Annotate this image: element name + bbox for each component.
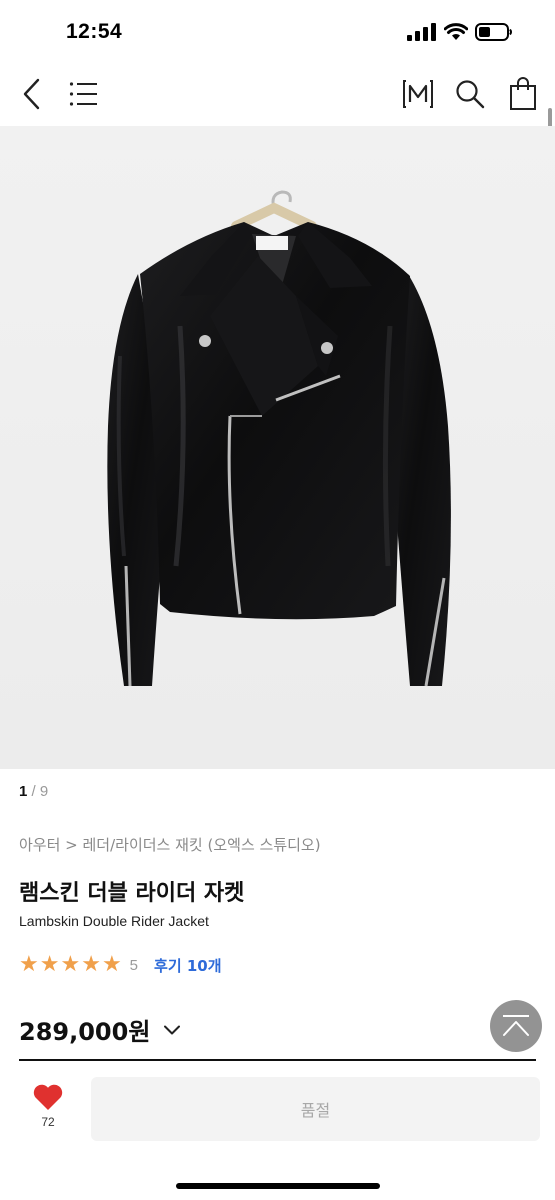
status-time: 12:54 <box>66 20 123 43</box>
chevron-down-icon[interactable] <box>164 1025 181 1035</box>
star-icon: ★ <box>81 952 101 977</box>
price: 289,000원 <box>19 1018 151 1046</box>
pager-separator: / <box>27 783 40 800</box>
search-icon <box>456 80 485 109</box>
product-title-en: Lambskin Double Rider Jacket <box>19 913 209 929</box>
breadcrumb[interactable]: 아우터 > 레더/라이더스 재킷 (오엑스 스튜디오) <box>19 834 321 855</box>
like-button[interactable]: 72 <box>26 1083 70 1139</box>
product-title-ko: 램스킨 더블 라이더 자켓 <box>19 881 245 906</box>
m-badge-icon <box>403 80 433 108</box>
back-button[interactable] <box>12 74 52 114</box>
star-icon: ★ <box>39 952 60 977</box>
pager-total: 9 <box>39 783 49 800</box>
product-image[interactable] <box>0 126 555 769</box>
image-pager: 1 / 9 <box>19 783 48 800</box>
rating-stars: ★ ★ ★ ★ ★ <box>19 953 122 977</box>
signal-icon <box>407 23 437 45</box>
rating-row: ★ ★ ★ ★ ★ 5 후기 10개 <box>19 953 222 977</box>
scroll-to-top-button[interactable] <box>490 1000 542 1052</box>
shopping-bag-icon <box>510 77 536 110</box>
star-icon: ★ <box>19 952 39 977</box>
heart-icon <box>33 1084 63 1110</box>
chevron-left-icon <box>23 78 40 110</box>
wifi-icon <box>443 23 469 45</box>
rating-score: 5 <box>129 956 139 974</box>
nav-bar <box>0 62 555 126</box>
status-bar: 12:54 <box>0 0 555 62</box>
status-icons <box>407 22 513 46</box>
soldout-button[interactable]: 품절 <box>91 1077 540 1141</box>
home-indicator[interactable] <box>176 1183 380 1189</box>
cart-button[interactable] <box>503 74 543 114</box>
search-button[interactable] <box>450 74 490 114</box>
menu-button[interactable] <box>64 74 104 114</box>
leather-jacket-image <box>0 126 555 769</box>
price-row[interactable]: 289,000원 <box>19 1012 181 1047</box>
star-icon: ★ <box>101 952 122 977</box>
review-link[interactable]: 후기 10개 <box>154 955 222 976</box>
battery-icon <box>475 22 513 46</box>
like-count: 72 <box>41 1115 55 1129</box>
divider <box>19 1059 536 1061</box>
hamburger-menu-icon <box>69 82 97 106</box>
m-badge-button[interactable] <box>398 74 438 114</box>
star-icon: ★ <box>60 952 81 977</box>
scroll-top-icon <box>503 1015 529 1036</box>
